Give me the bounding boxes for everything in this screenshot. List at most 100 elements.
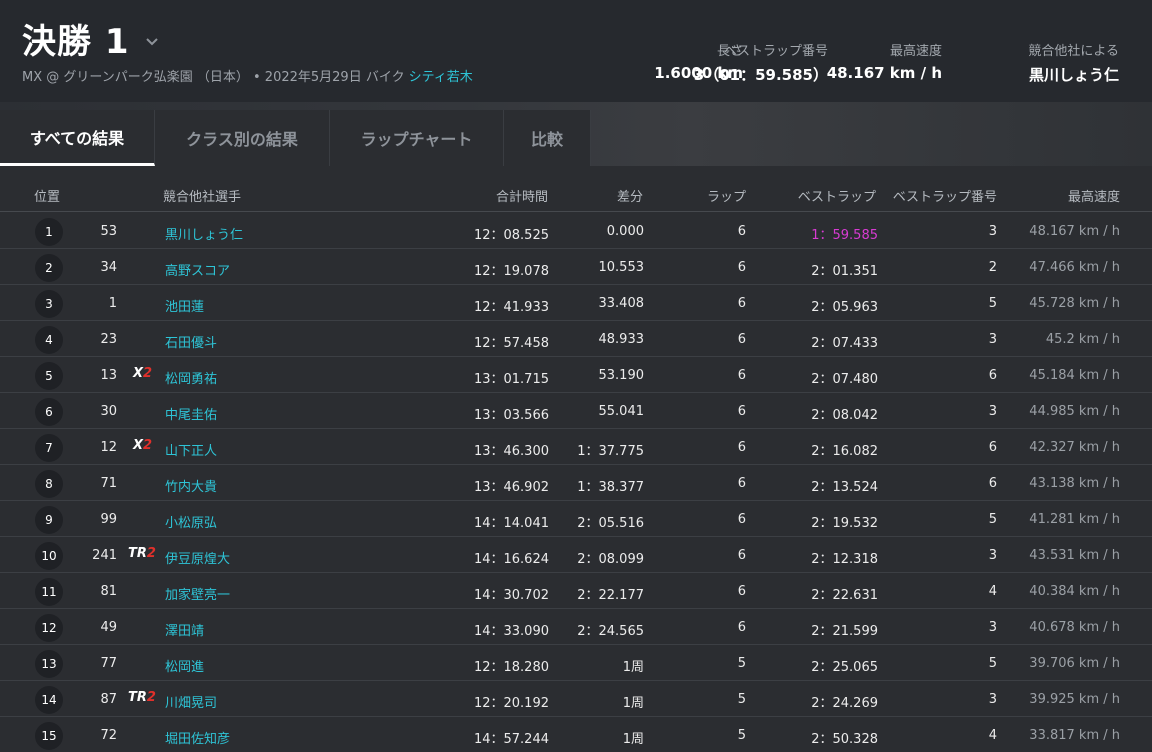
laps: 6 — [737, 296, 746, 311]
best-lap-number: 6 — [988, 368, 997, 383]
gap: 1周 — [622, 660, 644, 675]
table-row[interactable]: 7 12 X2 山下正人 13：46.300 1：37.775 6 2：16.0… — [0, 429, 1152, 465]
gap: 2：22.177 — [577, 588, 644, 603]
rider-name-link[interactable]: 加家壁亮一 — [165, 584, 230, 603]
best-lap: 2：16.082 — [811, 444, 878, 459]
rider-name-link[interactable]: 竹内大貴 — [165, 476, 217, 495]
table-row[interactable]: 1 53 黒川しょう仁 12：08.525 0.000 6 1：59.585 3… — [0, 213, 1152, 249]
gap: 2：08.099 — [577, 552, 644, 567]
col-gap[interactable]: 差分 — [617, 186, 643, 205]
table-row[interactable]: 9 99 小松原弘 14：14.041 2：05.516 6 2：19.532 … — [0, 501, 1152, 537]
tab-bar: すべての結果 クラス別の結果 ラップチャート 比較 — [0, 102, 1152, 166]
col-best-lap-no[interactable]: ベストラップ番号 — [893, 186, 997, 205]
table-row[interactable]: 15 72 堀田佐知彦 14：57.244 1周 5 2：50.328 4 33… — [0, 717, 1152, 752]
total-time: 13：01.715 — [473, 372, 549, 387]
best-lap: 1：59.585 — [811, 228, 878, 243]
tab-lap-chart[interactable]: ラップチャート — [330, 110, 504, 166]
col-best-lap[interactable]: ベストラップ — [798, 186, 876, 205]
best-lap-number: 3 — [988, 404, 997, 419]
top-speed: 44.985 km / h — [1029, 404, 1120, 419]
bib-number: 241 — [92, 548, 117, 563]
class-badge: TR2 — [128, 690, 156, 705]
best-lap-label: ベストラップ番号 — [723, 44, 828, 59]
laps: 6 — [737, 224, 746, 239]
page-title: 決勝 1 — [22, 22, 130, 62]
col-rider[interactable]: 競合他社選手 — [163, 186, 241, 205]
rider-name-link[interactable]: 小松原弘 — [165, 512, 217, 531]
laps: 5 — [737, 728, 746, 743]
rider-name-link[interactable]: 松岡進 — [165, 656, 204, 675]
col-pos[interactable]: 位置 — [34, 186, 60, 205]
gap: 10.553 — [598, 260, 645, 275]
total-time: 14：33.090 — [473, 624, 549, 639]
table-row[interactable]: 2 34 高野スコア 12：19.078 10.553 6 2：01.351 2… — [0, 249, 1152, 285]
table-row[interactable]: 11 81 加家壁亮一 14：30.702 2：22.177 6 2：22.63… — [0, 573, 1152, 609]
tab-class-results[interactable]: クラス別の結果 — [155, 110, 330, 166]
best-lap: 2：05.963 — [811, 300, 878, 315]
col-laps[interactable]: ラップ — [707, 186, 746, 205]
best-lap: 2：24.269 — [811, 696, 878, 711]
table-row[interactable]: 13 77 松岡進 12：18.280 1周 5 2：25.065 5 39.7… — [0, 645, 1152, 681]
top-speed: 39.925 km / h — [1029, 692, 1120, 707]
class-badge-digit: 2 — [143, 438, 153, 453]
best-lap-number: 5 — [988, 512, 997, 527]
top-speed: 39.706 km / h — [1029, 656, 1120, 671]
rider-name-link[interactable]: 高野スコア — [165, 260, 230, 279]
class-badge-prefix: TR — [128, 546, 147, 561]
top-speed: 45.2 km / h — [1045, 332, 1120, 347]
table-row[interactable]: 5 13 X2 松岡勇祐 13：01.715 53.190 6 2：07.480… — [0, 357, 1152, 393]
total-time: 12：57.458 — [473, 336, 549, 351]
col-total[interactable]: 合計時間 — [496, 186, 548, 205]
title-row: 決勝 1 — [22, 14, 158, 63]
best-lap-number: 5 — [988, 656, 997, 671]
total-time: 14：30.702 — [473, 588, 549, 603]
rider-name-link[interactable]: 石田優斗 — [165, 332, 217, 351]
bib-number: 71 — [100, 476, 117, 491]
total-time: 12：19.078 — [473, 264, 549, 279]
tab-compare[interactable]: 比較 — [504, 110, 591, 166]
top-speed-stat: 最高速度 48.167 km / h — [827, 40, 942, 82]
table-row[interactable]: 6 30 中尾圭佑 13：03.566 55.041 6 2：08.042 3 … — [0, 393, 1152, 429]
by-competitor-stat: 競合他社による 黒川しょう仁 — [1028, 40, 1119, 85]
rider-name-link[interactable]: 澤田靖 — [165, 620, 204, 639]
gap: 2：24.565 — [577, 624, 644, 639]
rider-name-link[interactable]: 山下正人 — [165, 440, 217, 459]
bib-number: 81 — [100, 584, 117, 599]
best-lap: 2：22.631 — [811, 588, 878, 603]
chevron-down-icon[interactable] — [145, 36, 158, 48]
tab-all-results[interactable]: すべての結果 — [0, 110, 155, 166]
table-row[interactable]: 4 23 石田優斗 12：57.458 48.933 6 2：07.433 3 … — [0, 321, 1152, 357]
bib-number: 12 — [100, 440, 117, 455]
col-top-speed[interactable]: 最高速度 — [1068, 186, 1120, 205]
rider-name-link[interactable]: 川畑晃司 — [165, 692, 217, 711]
rider-name-link[interactable]: 中尾圭佑 — [165, 404, 217, 423]
bib-number: 72 — [100, 728, 117, 743]
table-row[interactable]: 14 87 TR2 川畑晃司 12：20.192 1周 5 2：24.269 3… — [0, 681, 1152, 717]
rider-name-link[interactable]: 堀田佐知彦 — [165, 728, 230, 747]
total-time: 13：46.300 — [473, 444, 549, 459]
table-row[interactable]: 8 71 竹内大貴 13：46.902 1：38.377 6 2：13.524 … — [0, 465, 1152, 501]
rider-name-link[interactable]: 松岡勇祐 — [165, 368, 217, 387]
best-lap-number: 6 — [988, 476, 997, 491]
bib-number: 53 — [100, 224, 117, 239]
class-badge: X2 — [133, 438, 152, 453]
gap: 2：05.516 — [577, 516, 644, 531]
position-badge: 14 — [35, 686, 63, 714]
table-row[interactable]: 12 49 澤田靖 14：33.090 2：24.565 6 2：21.599 … — [0, 609, 1152, 645]
total-time: 12：08.525 — [473, 228, 549, 243]
best-lap-number: 3 — [988, 224, 997, 239]
best-lap: 2：19.532 — [811, 516, 878, 531]
by-competitor-value: 黒川しょう仁 — [1028, 66, 1119, 84]
table-row[interactable]: 10 241 TR2 伊豆原煌大 14：16.624 2：08.099 6 2：… — [0, 537, 1152, 573]
bib-number: 1 — [108, 296, 117, 311]
best-lap: 2：12.318 — [811, 552, 878, 567]
rider-name-link[interactable]: 黒川しょう仁 — [165, 224, 243, 243]
laps: 6 — [737, 620, 746, 635]
top-speed: 47.466 km / h — [1029, 260, 1120, 275]
table-row[interactable]: 3 1 池田蓮 12：41.933 33.408 6 2：05.963 5 45… — [0, 285, 1152, 321]
gap: 0.000 — [606, 224, 644, 239]
laps: 6 — [737, 476, 746, 491]
organizer-link[interactable]: シティ若木 — [409, 70, 473, 85]
rider-name-link[interactable]: 池田蓮 — [165, 296, 204, 315]
rider-name-link[interactable]: 伊豆原煌大 — [165, 548, 230, 567]
